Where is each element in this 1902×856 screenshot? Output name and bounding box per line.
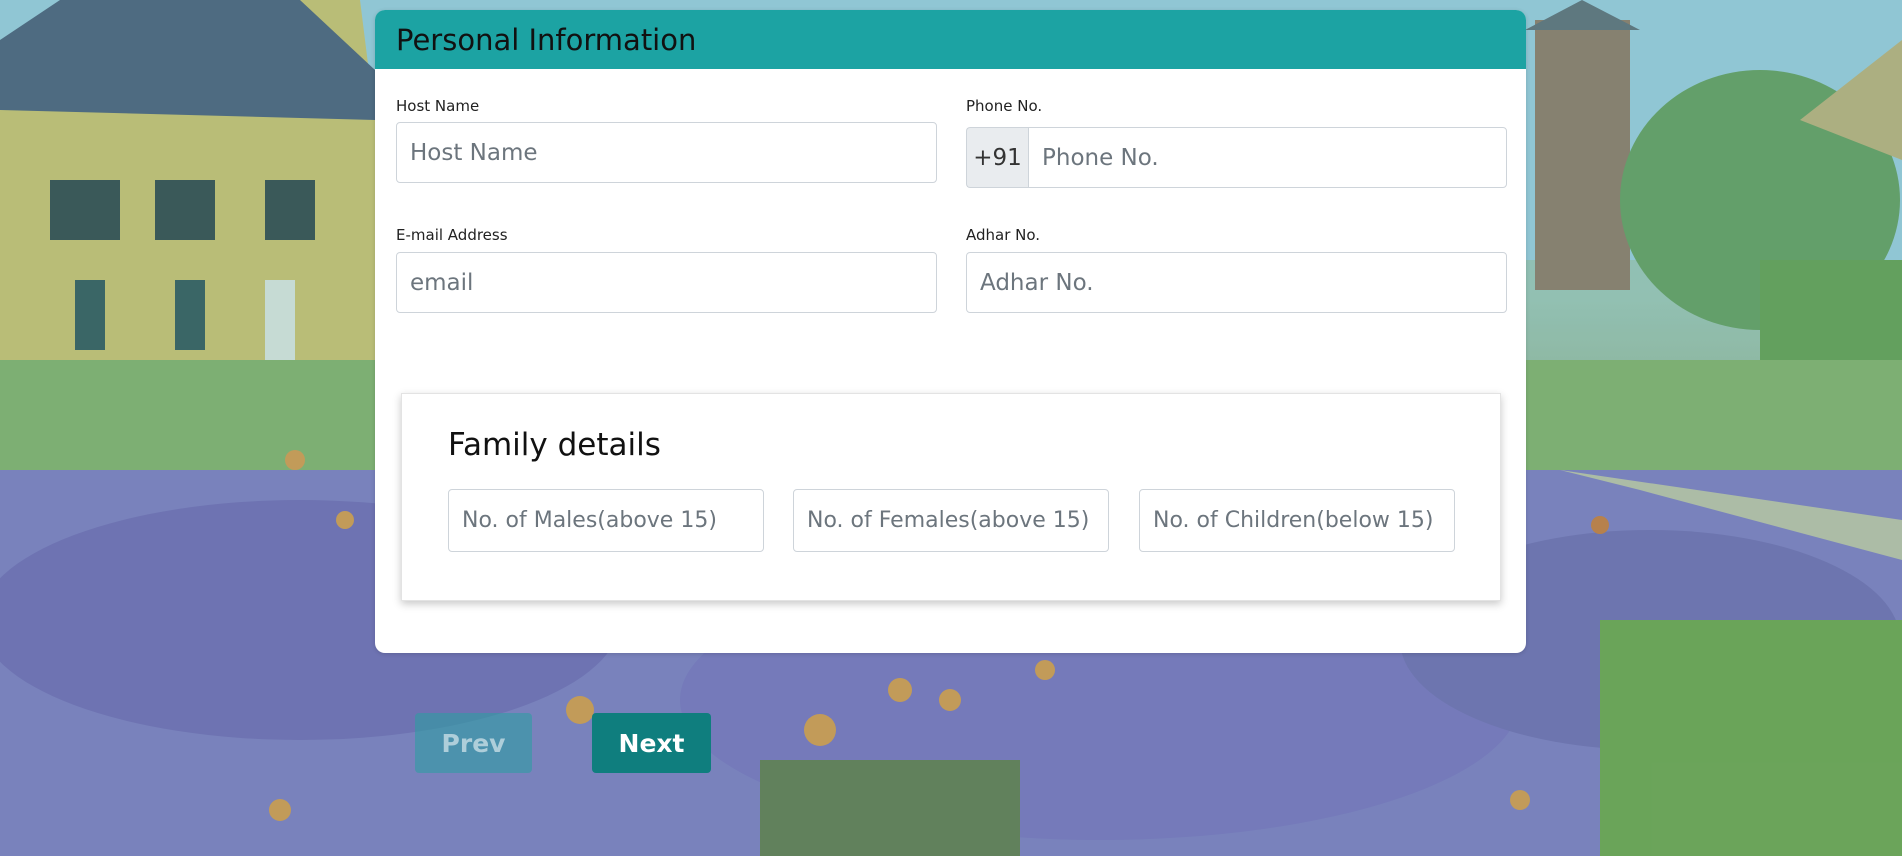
males-placeholder: No. of Males(above 15) — [462, 508, 717, 533]
next-button[interactable]: Next — [592, 713, 711, 773]
email-placeholder: email — [410, 269, 474, 296]
phone-country-code: +91 — [966, 127, 1028, 188]
prev-button[interactable]: Prev — [415, 713, 532, 773]
children-placeholder: No. of Children(below 15) — [1153, 508, 1434, 533]
personal-information-card: Personal Information Host Name Host Name… — [375, 10, 1526, 653]
adhar-placeholder: Adhar No. — [980, 269, 1094, 296]
card-header: Personal Information — [375, 10, 1526, 69]
email-input[interactable]: email — [396, 252, 937, 313]
phone-input[interactable]: Phone No. — [1028, 127, 1507, 188]
phone-label: Phone No. — [966, 97, 1043, 115]
phone-input-group: +91 Phone No. — [966, 127, 1507, 188]
adhar-input[interactable]: Adhar No. — [966, 252, 1507, 313]
phone-placeholder: Phone No. — [1042, 144, 1159, 171]
females-placeholder: No. of Females(above 15) — [807, 508, 1090, 533]
males-count-input[interactable]: No. of Males(above 15) — [448, 489, 764, 552]
email-label: E-mail Address — [396, 226, 508, 244]
family-details-section: Family details No. of Males(above 15) No… — [401, 393, 1501, 601]
females-count-input[interactable]: No. of Females(above 15) — [793, 489, 1109, 552]
host-name-input[interactable]: Host Name — [396, 122, 937, 183]
host-name-label: Host Name — [396, 97, 480, 115]
page-title: Personal Information — [396, 22, 697, 57]
host-name-placeholder: Host Name — [410, 139, 538, 166]
children-count-input[interactable]: No. of Children(below 15) — [1139, 489, 1455, 552]
family-details-title: Family details — [448, 427, 661, 463]
adhar-label: Adhar No. — [966, 226, 1041, 244]
